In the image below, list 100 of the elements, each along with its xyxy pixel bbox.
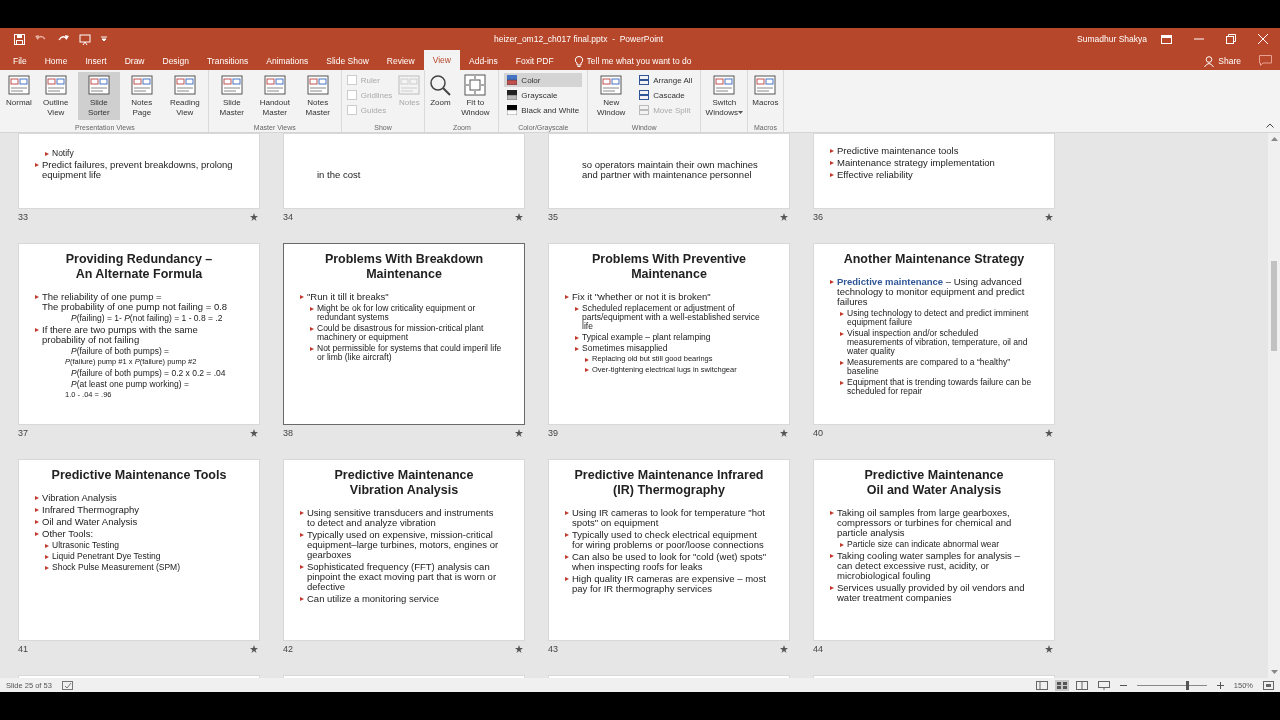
ribbon-button[interactable]: Outline View bbox=[34, 72, 77, 120]
bullet-text: Typically used to check electrical equipment for wiring problems or poor/loose connections bbox=[572, 530, 765, 550]
bullet-icon bbox=[300, 294, 304, 299]
ribbon-button[interactable]: Color bbox=[504, 73, 583, 87]
ribbon-button[interactable]: Switch Windows bbox=[703, 72, 746, 120]
bullet-icon bbox=[840, 542, 844, 547]
ribbon-tab[interactable]: File bbox=[4, 52, 36, 70]
bullet-text: P(failure of both pumps) = bbox=[71, 347, 170, 356]
slideshow-icon[interactable] bbox=[1097, 680, 1110, 690]
slide-thumbnail[interactable]: Notify Predict failures, prevent breakdowns, prolong equipment life bbox=[18, 133, 260, 209]
swatch-icon bbox=[507, 75, 518, 85]
bullet-icon bbox=[35, 162, 39, 167]
ribbon-button[interactable]: Normal bbox=[4, 72, 34, 110]
slide-number: 39 bbox=[548, 428, 558, 438]
ribbon-button[interactable]: Slide Master bbox=[210, 72, 253, 120]
ribbon-button[interactable]: Arrange All bbox=[636, 73, 696, 87]
bullet-text: Typical example – plant relamping bbox=[582, 333, 711, 342]
bullet-text: Oil and Water Analysis bbox=[42, 517, 138, 527]
ribbon-button[interactable]: Handout Master bbox=[253, 72, 296, 120]
ribbon-tab[interactable]: Add-ins bbox=[460, 52, 507, 70]
bullet-text: Predictive maintenance tools bbox=[837, 146, 959, 156]
close-icon[interactable] bbox=[1258, 34, 1268, 44]
ribbon-button[interactable]: Cascade bbox=[636, 88, 696, 102]
bullet-text: Shock Pulse Measurement (SPM) bbox=[52, 563, 181, 572]
bullet-text: Particle size can indicate abnormal wear bbox=[847, 540, 1000, 549]
zoom-in-icon[interactable] bbox=[1216, 681, 1224, 689]
fit-window-icon bbox=[464, 74, 487, 96]
spell-check-icon[interactable] bbox=[61, 680, 73, 690]
slideshow-icon[interactable] bbox=[79, 33, 91, 45]
ribbon-button[interactable]: Notes Page bbox=[120, 72, 163, 120]
slide-thumbnail[interactable]: Predictive maintenance tools Maintenance strategy implementation Effective reliability bbox=[813, 133, 1055, 209]
ribbon-button[interactable]: Slide Sorter bbox=[77, 72, 120, 120]
bullet-icon bbox=[830, 510, 834, 515]
star-icon bbox=[1045, 429, 1053, 437]
bullet-text: Vibration Analysis bbox=[42, 493, 117, 503]
ribbon-tab[interactable]: Review bbox=[377, 52, 424, 70]
slide-thumbnail[interactable]: in the cost bbox=[283, 133, 525, 209]
bullet-text: Using sensitive transducers and instruments to detect and analyze vibration bbox=[307, 508, 495, 528]
ribbon-tab[interactable]: Insert bbox=[76, 52, 116, 70]
ribbon-button[interactable]: Reading View bbox=[163, 72, 206, 120]
ribbon-button[interactable]: Macros bbox=[750, 72, 781, 110]
ribbon-tab[interactable]: Draw bbox=[115, 52, 154, 70]
slide-thumbnail[interactable] bbox=[283, 243, 525, 425]
caret-icon[interactable] bbox=[101, 36, 107, 42]
bullet-icon bbox=[300, 596, 304, 601]
zoom-slider[interactable] bbox=[1136, 680, 1207, 690]
bullet-icon bbox=[45, 565, 49, 570]
fit-window-icon[interactable] bbox=[1263, 680, 1274, 690]
ribbon-tab[interactable]: Slide Show bbox=[317, 52, 378, 70]
bullet-icon bbox=[840, 331, 844, 336]
bullet-icon bbox=[585, 357, 589, 362]
ribbon-tab[interactable]: Home bbox=[35, 52, 77, 70]
restore-icon[interactable] bbox=[1226, 34, 1236, 44]
bullet-icon bbox=[35, 519, 39, 524]
star-icon bbox=[780, 213, 788, 221]
bullet-icon bbox=[575, 346, 579, 351]
slide-number: 37 bbox=[18, 428, 28, 438]
slide-thumbnail[interactable]: Predictive Maintenance Tools Vibration Analysis Infrared Thermography Oil and Water Analysis Other Tools: Ultrasonic Testing Liquid Penetrant Dye Testing Shock Pulse Measurement (SPM) bbox=[18, 459, 260, 641]
ribbon-tab[interactable]: Animations bbox=[257, 52, 318, 70]
star-icon bbox=[250, 645, 258, 653]
ribbon-button[interactable]: Zoom bbox=[427, 72, 454, 110]
slide-sorter-icon[interactable] bbox=[1054, 679, 1069, 691]
layout-icon bbox=[306, 74, 329, 96]
ribbon-button[interactable]: Grayscale bbox=[504, 88, 583, 102]
share-button[interactable]: Share bbox=[1200, 52, 1245, 70]
ribbon-tab[interactable]: Design bbox=[153, 52, 198, 70]
ribbon-tab[interactable]: Foxit PDF bbox=[506, 52, 563, 70]
ribbon-button[interactable]: Black and White bbox=[504, 103, 583, 117]
lightbulb-icon bbox=[574, 55, 583, 67]
comment-icon[interactable] bbox=[1259, 55, 1272, 66]
layout-icon bbox=[600, 74, 623, 96]
swatch-icon bbox=[507, 105, 518, 115]
star-icon bbox=[515, 429, 523, 437]
ribbon-button[interactable]: Fit to Window bbox=[454, 72, 497, 120]
normal-view-icon[interactable] bbox=[1035, 680, 1048, 690]
bullet-icon bbox=[300, 532, 304, 537]
bullet-icon bbox=[310, 346, 314, 351]
scroll-bar[interactable] bbox=[1268, 133, 1280, 678]
ribbon-tab[interactable]: Transitions bbox=[197, 52, 258, 70]
ribbon-display-icon[interactable] bbox=[1161, 34, 1172, 44]
window-icon bbox=[639, 105, 650, 115]
slide-title: Predictive Maintenance Vibration Analysis bbox=[333, 468, 475, 498]
ribbon-tab[interactable]: View bbox=[423, 50, 460, 70]
ribbon-button[interactable]: Notes Master bbox=[296, 72, 339, 120]
tell-me-field[interactable]: Tell me what you want to do bbox=[574, 52, 717, 70]
bullet-text: P(failure of both pumps) = 0.2 x 0.2 = .04 bbox=[71, 368, 226, 378]
bullet-text: Not permissible for systems that could imperil life or limb (like aircraft) bbox=[317, 344, 502, 362]
layout-icon bbox=[263, 74, 286, 96]
ribbon-button[interactable]: New Window bbox=[590, 72, 633, 120]
bullet-text: Sometimes misapplied bbox=[582, 344, 668, 353]
bullet-text: Sophisticated frequency (FFT) analysis can pinpoint the exact moving part that is worn or defective bbox=[307, 562, 498, 592]
bullet-text: Visual inspection and/or scheduled measurements of vibration, temperature, oil and water quality bbox=[847, 329, 1029, 356]
bullet-text: Taking cooling water samples for analysis – can detect excessive rust, acidity, or microbiological fouling bbox=[837, 551, 1021, 581]
reading-view-icon[interactable] bbox=[1075, 680, 1088, 690]
save-icon[interactable] bbox=[14, 33, 25, 45]
bullet-icon bbox=[830, 279, 834, 284]
person-icon bbox=[1204, 55, 1215, 67]
slide-thumbnail[interactable]: so operators maintain their own machines and partner with maintenance personnel bbox=[548, 133, 790, 209]
bullet-icon bbox=[35, 294, 39, 299]
collapse-ribbon-icon[interactable] bbox=[1266, 123, 1274, 128]
